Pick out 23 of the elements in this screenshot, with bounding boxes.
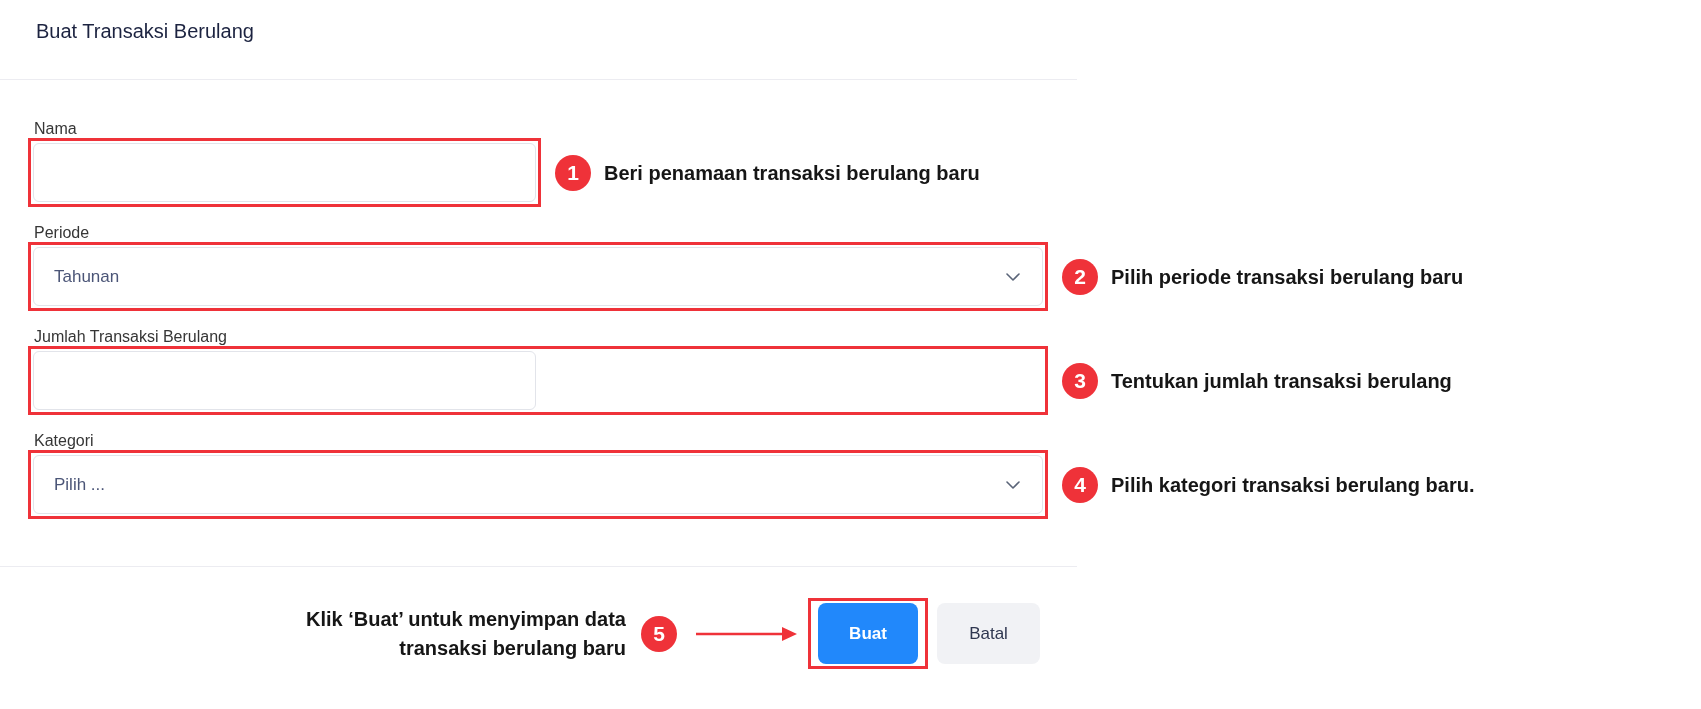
chevron-down-icon bbox=[1006, 480, 1020, 489]
input-field[interactable] bbox=[33, 351, 536, 410]
chevron-down-icon bbox=[1006, 272, 1020, 281]
annotation-text: Beri penamaan transaksi berulang baru bbox=[604, 160, 980, 186]
step-marker: 4 bbox=[1062, 466, 1098, 503]
select-field[interactable]: Pilih ... bbox=[33, 455, 1043, 514]
dialog-title: Buat Transaksi Berulang bbox=[36, 19, 254, 44]
annotation-text: Pilih periode transaksi berulang baru bbox=[1111, 264, 1464, 290]
field-label: Periode bbox=[34, 224, 90, 242]
annotation-text: Tentukan jumlah transaksi berulang bbox=[1111, 368, 1452, 394]
select-field[interactable]: Tahunan bbox=[33, 247, 1043, 306]
step-marker: 5 bbox=[641, 615, 677, 652]
step-marker: 1 bbox=[555, 154, 591, 191]
create-button[interactable]: Buat bbox=[818, 603, 918, 664]
step-marker: 2 bbox=[1062, 258, 1098, 295]
field-label: Jumlah Transaksi Berulang bbox=[34, 328, 227, 346]
field-label: Nama bbox=[34, 120, 77, 138]
cancel-button[interactable]: Batal bbox=[937, 603, 1040, 664]
annotation-text: Klik ‘Buat’ untuk menyimpan data transaksi berulang baru bbox=[305, 606, 626, 661]
arrow-icon bbox=[696, 626, 797, 641]
field-label: Kategori bbox=[34, 432, 94, 450]
step-marker: 3 bbox=[1062, 362, 1098, 399]
annotation-text: Pilih kategori transaksi berulang baru. bbox=[1111, 472, 1475, 498]
